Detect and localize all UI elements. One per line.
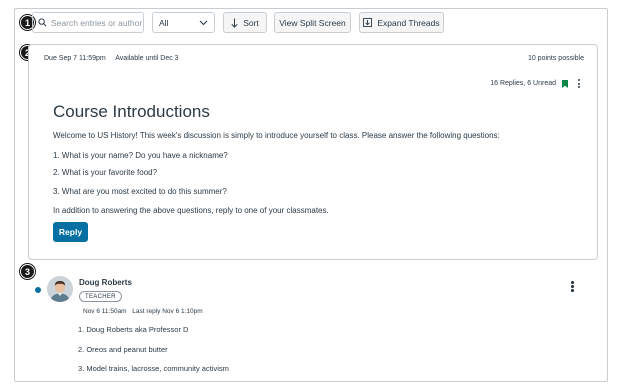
entry-options-icon[interactable] — [571, 281, 574, 292]
reply-button[interactable]: Reply — [53, 222, 88, 242]
arrow-down-icon — [231, 18, 238, 28]
topic-options-icon[interactable] — [578, 79, 580, 88]
avatar[interactable] — [47, 276, 73, 302]
search-icon — [38, 18, 47, 27]
entry-line: 1. Doug Roberts aka Professor D — [78, 325, 189, 334]
entry-line: 2. Oreos and peanut butter — [78, 345, 168, 354]
topic-body-line: Welcome to US History! This week's discu… — [53, 131, 500, 140]
role-badge: TEACHER — [79, 291, 122, 302]
expand-icon — [363, 18, 373, 27]
post-date: Nov 6 11:50am — [83, 308, 127, 315]
view-split-screen-label: View Split Screen — [279, 17, 346, 28]
last-reply: Last reply Nov 6 1:10pm — [132, 308, 203, 315]
filter-select[interactable]: All — [152, 12, 215, 33]
step-marker-3: 3 — [20, 264, 35, 279]
availability: Available until Dec 3 — [115, 55, 179, 62]
chevron-down-icon — [199, 20, 208, 25]
expand-threads-button[interactable]: Expand Threads — [359, 12, 444, 33]
topic-replies-row: 16 Replies, 6 Unread — [490, 79, 580, 88]
author-name[interactable]: Doug Roberts — [79, 278, 132, 287]
topic-body-line: In addition to answering the above quest… — [53, 206, 329, 215]
bookmark-icon[interactable] — [562, 79, 568, 88]
points-possible: 10 points possible — [527, 55, 584, 62]
topic-title: Course Introductions — [53, 102, 210, 121]
unread-indicator — [35, 287, 41, 293]
due-date: Due Sep 7 11:59pm — [44, 55, 106, 62]
sort-button[interactable]: Sort — [223, 12, 267, 33]
topic-body-line: 1. What is your name? Do you have a nick… — [53, 151, 228, 160]
topic-body-line: 3. What are you most excited to do this … — [53, 187, 227, 196]
topic-meta: Due Sep 7 11:59pm Available until Dec 3 — [44, 55, 179, 62]
entry-line: 3. Model trains, lacrosse, community act… — [78, 364, 229, 373]
search-input[interactable] — [51, 17, 145, 28]
reply-count: 16 Replies, 6 Unread — [490, 80, 556, 87]
sort-button-label: Sort — [243, 17, 259, 28]
filter-select-value: All — [159, 17, 169, 28]
search-box[interactable] — [32, 12, 145, 33]
avatar-image — [47, 276, 73, 302]
topic-body-line: 2. What is your favorite food? — [53, 168, 158, 177]
expand-threads-label: Expand Threads — [377, 17, 440, 28]
entry-meta: Nov 6 11:50am Last reply Nov 6 1:10pm — [83, 308, 203, 315]
view-split-screen-button[interactable]: View Split Screen — [274, 12, 351, 33]
